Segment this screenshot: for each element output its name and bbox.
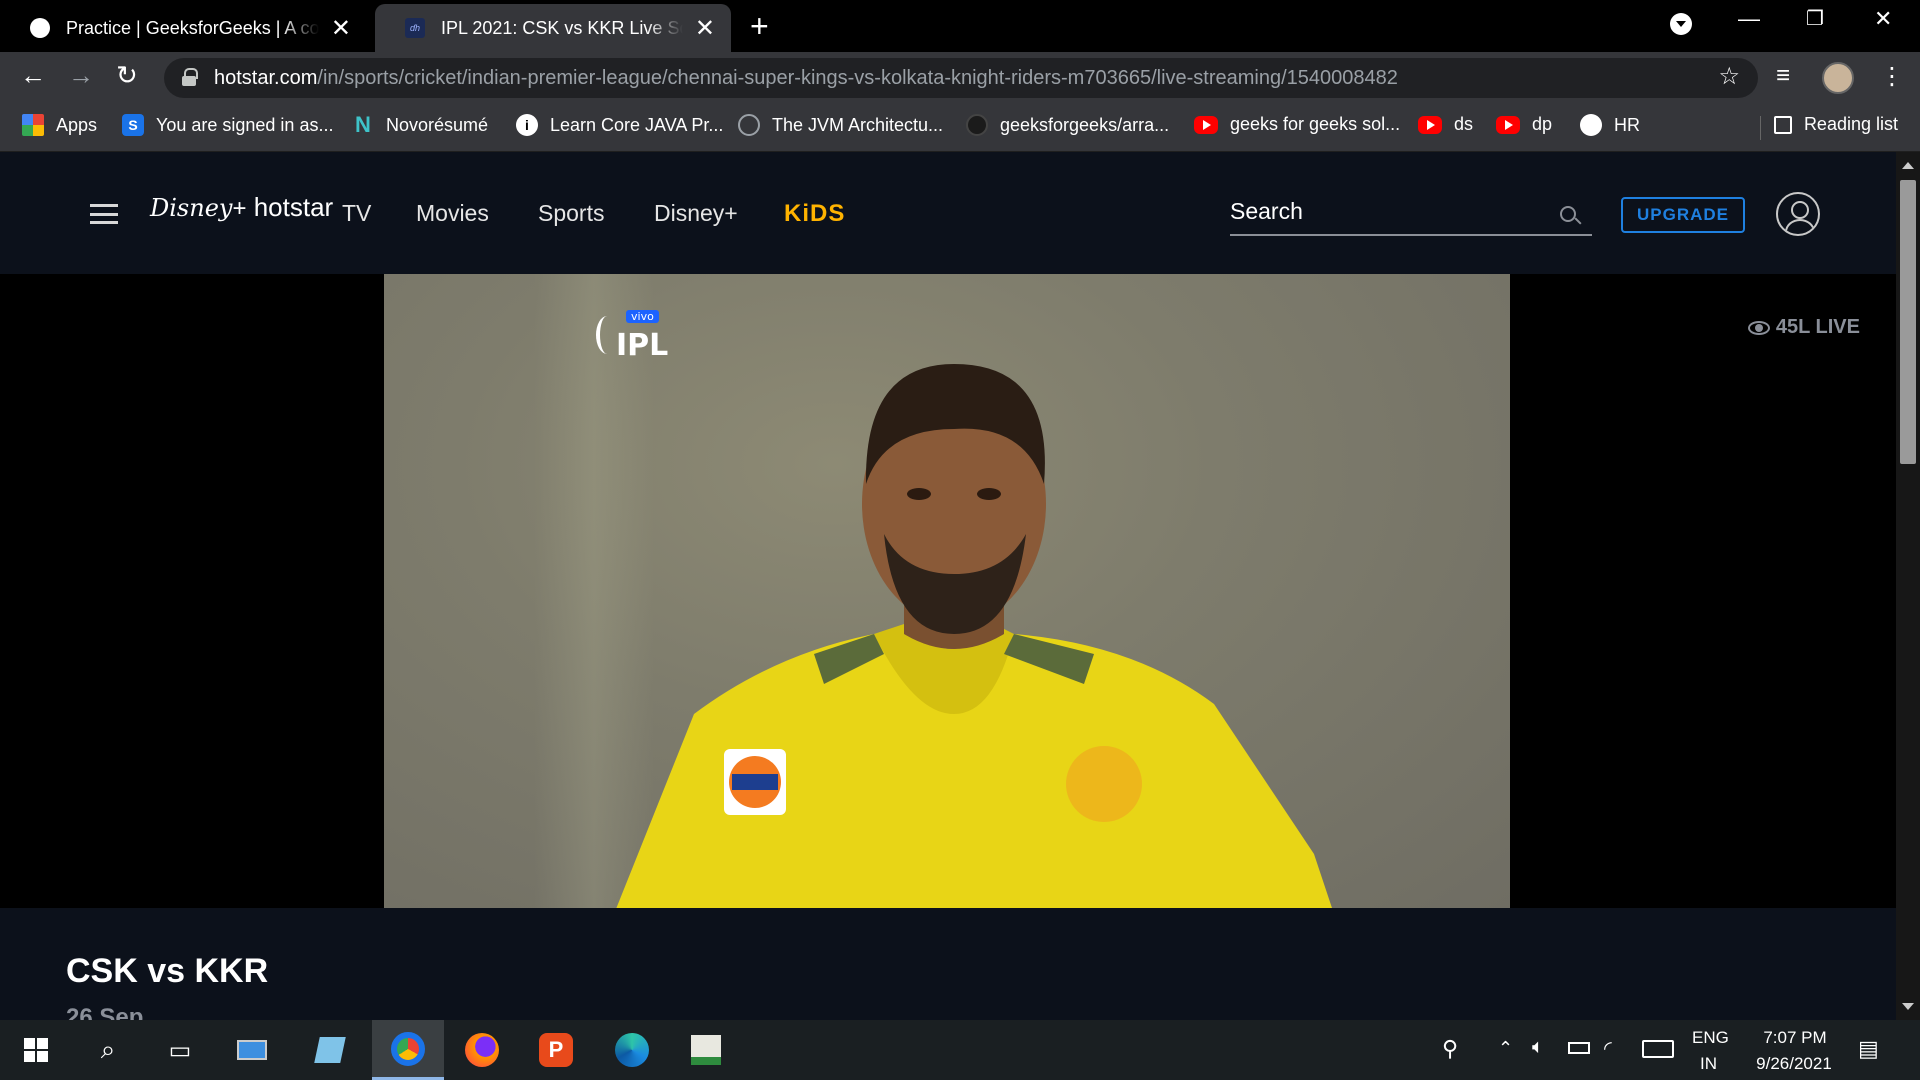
search-taskbar-icon[interactable]: ⌕ — [72, 1020, 144, 1080]
bookmark-star-icon[interactable]: ☆ — [1718, 62, 1740, 91]
youtube-icon — [1496, 115, 1520, 134]
task-view-icon[interactable]: ▭ — [144, 1020, 216, 1080]
search-icon[interactable] — [1560, 206, 1576, 222]
hamburger-menu-icon[interactable] — [90, 204, 118, 224]
scrollbar-thumb[interactable] — [1900, 180, 1916, 464]
profile-avatar[interactable] — [1822, 62, 1854, 94]
tab-practice-gfg[interactable]: Practice | GeeksforGeeks | A computer sc… — [0, 4, 367, 52]
match-date: 26 Sep — [66, 1004, 144, 1020]
lock-icon[interactable] — [182, 68, 198, 86]
psiphon-app-icon[interactable]: P — [520, 1020, 592, 1080]
clock-time[interactable]: 7:07 PM — [1754, 1028, 1836, 1048]
disney-hotstar-logo[interactable]: Disney+ hotstar — [150, 192, 333, 223]
tab-title: Practice | GeeksforGeeks | A computer sc… — [66, 18, 319, 38]
language-indicator[interactable]: ENG — [1692, 1028, 1729, 1048]
globe-icon — [1580, 114, 1602, 136]
windows-logo-icon — [24, 1038, 48, 1062]
close-tab-icon[interactable]: ✕ — [695, 14, 715, 43]
new-tab-icon[interactable]: + — [750, 8, 769, 45]
search-input[interactable]: Search — [1230, 196, 1592, 236]
s-icon: S — [122, 114, 144, 136]
scroll-down-icon[interactable] — [1902, 1003, 1914, 1016]
bookmark-hr[interactable]: HR — [1580, 114, 1640, 136]
show-hidden-icons[interactable]: ⌃ — [1498, 1038, 1513, 1059]
region-indicator[interactable]: IN — [1700, 1054, 1717, 1074]
upgrade-button[interactable]: UPGRADE — [1621, 197, 1745, 233]
browser-toolbar: ← → ↻ hotstar.com/in/sports/cricket/indi… — [0, 52, 1920, 102]
youtube-icon — [1418, 115, 1442, 134]
volume-icon[interactable]: 🔈︎ — [1532, 1036, 1544, 1059]
menu-icon[interactable]: ⋮ — [1880, 62, 1904, 91]
close-tab-icon[interactable]: ✕ — [331, 14, 351, 43]
nav-movies[interactable]: Movies — [416, 200, 489, 227]
reading-list-button[interactable]: Reading list — [1773, 114, 1898, 135]
media-control-icon[interactable]: ≡ — [1776, 62, 1790, 90]
nav-disney-plus[interactable]: Disney+ — [654, 200, 738, 227]
match-info: CSK vs KKR 26 Sep — [0, 908, 1896, 1020]
bookmark-signed-in[interactable]: S You are signed in as... — [122, 114, 333, 136]
notepad-app-icon[interactable] — [294, 1020, 366, 1080]
tab-search-icon[interactable] — [1670, 13, 1692, 35]
youtube-icon — [1194, 115, 1218, 134]
bookmarks-bar: Apps S You are signed in as... N Novorésum… — [0, 102, 1920, 152]
bookmark-dp[interactable]: dp — [1496, 114, 1552, 135]
spreadsheet-app-icon[interactable] — [670, 1020, 742, 1080]
clock-date[interactable]: 9/26/2021 — [1744, 1054, 1844, 1074]
learn-java-icon: i — [516, 114, 538, 136]
bookmark-jvm[interactable]: The JVM Architectu... — [738, 114, 943, 136]
chrome-app-icon[interactable] — [372, 1020, 444, 1080]
keyboard-icon[interactable] — [1642, 1040, 1674, 1058]
bookmark-separator — [1760, 116, 1761, 140]
laptop-app-icon[interactable] — [216, 1020, 288, 1080]
bookmark-github-gfg[interactable]: geeksforgeeks/arra... — [966, 114, 1169, 136]
people-icon[interactable]: ⚲ — [1442, 1036, 1458, 1062]
apps-grid-icon — [22, 114, 44, 136]
eye-icon — [1747, 320, 1770, 335]
hotstar-favicon-icon: ɗh — [405, 18, 425, 38]
tab-title: IPL 2021: CSK vs KKR Live Score & Update… — [441, 18, 683, 38]
minimize-icon[interactable]: — — [1738, 6, 1760, 32]
video-player[interactable]: vivo IPL 45L LIVE — [0, 274, 1896, 908]
github-icon — [966, 114, 988, 136]
close-window-icon[interactable]: ✕ — [1874, 6, 1892, 32]
bookmark-novoresume[interactable]: N Novorésumé — [352, 112, 488, 137]
reading-list-icon — [1773, 115, 1792, 134]
bookmark-learn-java[interactable]: i Learn Core JAVA Pr... — [516, 114, 723, 136]
url-text[interactable]: hotstar.com/in/sports/cricket/indian-pre… — [214, 67, 1398, 90]
match-title: CSK vs KKR — [66, 952, 269, 990]
novoresume-icon: N — [355, 112, 371, 137]
browser-tab-strip: Practice | GeeksforGeeks | A computer sc… — [0, 0, 1920, 52]
hotstar-page: Disney+ hotstar TV Movies Sports Disney+… — [0, 152, 1896, 1020]
forward-icon[interactable]: → — [68, 60, 94, 91]
back-icon[interactable]: ← — [20, 60, 46, 91]
windows-taskbar: ⌕ ▭ P ⚲ ⌃ 🔈︎ ◜ ENG IN 7:07 PM 9/26/2021 … — [0, 1020, 1920, 1080]
edge-app-icon[interactable] — [596, 1020, 668, 1080]
nav-tv[interactable]: TV — [342, 200, 371, 227]
battery-icon[interactable] — [1568, 1042, 1590, 1054]
jvm-icon — [738, 114, 760, 136]
start-button[interactable] — [0, 1020, 72, 1080]
restore-icon[interactable]: ❐ — [1806, 6, 1824, 31]
scroll-up-icon[interactable] — [1902, 156, 1914, 169]
site-header: Disney+ hotstar TV Movies Sports Disney+… — [0, 152, 1896, 274]
nav-sports[interactable]: Sports — [538, 200, 604, 227]
reload-icon[interactable]: ↻ — [116, 60, 138, 91]
notifications-icon[interactable]: ▤ — [1858, 1036, 1879, 1062]
bookmark-ds[interactable]: ds — [1418, 114, 1473, 135]
bookmark-gfg-sol[interactable]: geeks for geeks sol... — [1194, 114, 1400, 135]
user-profile-icon[interactable] — [1776, 192, 1820, 236]
tab-ipl-hotstar[interactable]: ɗh IPL 2021: CSK vs KKR Live Score & Upd… — [375, 4, 731, 52]
bookmark-apps[interactable]: Apps — [22, 114, 97, 136]
wifi-icon[interactable]: ◜ — [1604, 1036, 1612, 1061]
live-viewers-badge: 45L LIVE — [1747, 316, 1860, 339]
globe-icon — [30, 18, 50, 38]
address-bar[interactable]: hotstar.com/in/sports/cricket/indian-pre… — [164, 58, 1758, 98]
live-video-frame[interactable]: vivo IPL — [384, 274, 1510, 908]
cricketer-figure — [616, 364, 1332, 908]
nav-kids[interactable]: KiDS — [784, 200, 845, 228]
page-scrollbar[interactable] — [1896, 152, 1920, 1020]
firefox-app-icon[interactable] — [446, 1020, 518, 1080]
